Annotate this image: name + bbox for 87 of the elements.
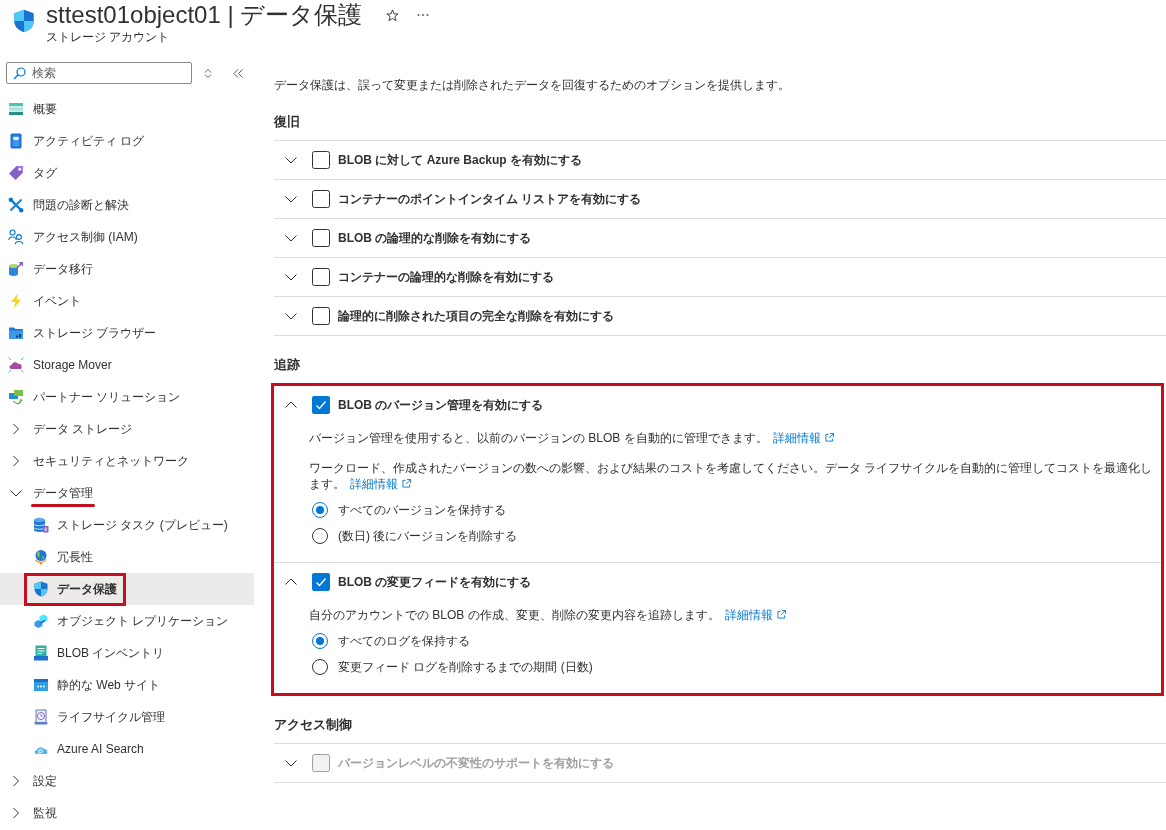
description-text: ワークロード、作成されたバージョンの数への影響、および結果のコストを考慮してください。データ ライフサイクルを自動的に管理してコストを最適化します。 詳細情報 (309, 460, 1154, 492)
radio-button[interactable] (312, 528, 328, 544)
checkbox[interactable] (312, 573, 330, 591)
nav-item[interactable]: パートナー ソリューション (0, 381, 254, 413)
crossed-tools-icon (8, 197, 24, 213)
nav-item[interactable]: 冗長性 (0, 541, 254, 573)
cloud-icon (8, 357, 24, 373)
checkbox-label[interactable]: BLOB の変更フィードを有効にする (338, 573, 532, 591)
bars-icon (8, 101, 24, 117)
nav-item[interactable]: ストレージ ブラウザー (0, 317, 254, 349)
nav-item[interactable]: タグ (0, 157, 254, 189)
nav-item[interactable]: データ移行 (0, 253, 254, 285)
nav-item[interactable]: アクセス制御 (IAM) (0, 221, 254, 253)
checkbox[interactable] (312, 151, 330, 169)
nav-item[interactable]: Storage Mover (0, 349, 254, 381)
chevron-down-icon[interactable] (285, 154, 297, 166)
external-link-icon (824, 433, 834, 442)
checkbox-label[interactable]: BLOB のバージョン管理を有効にする (338, 396, 544, 414)
shield-icon (12, 7, 36, 35)
radio-label[interactable]: すべてのバージョンを保持する (338, 502, 506, 518)
cylinder-arrow-icon (8, 261, 24, 277)
learn-more-link[interactable]: 詳細情報 (724, 608, 786, 622)
checkbox-label[interactable]: BLOB に対して Azure Backup を有効にする (338, 151, 583, 169)
description-text: 自分のアカウントでの BLOB の作成、変更、削除の変更内容を追跡します。 詳細情報 (309, 607, 1161, 623)
chevron-down-icon[interactable] (285, 310, 297, 322)
scroll-clock-icon (33, 709, 49, 725)
nav-group[interactable]: 監視 (0, 797, 254, 829)
section-heading: アクセス制御 (274, 717, 353, 733)
radio-button[interactable] (312, 633, 328, 649)
browser-window-icon (33, 677, 49, 693)
chevron-down-icon[interactable] (285, 232, 297, 244)
double-chevron-left-icon[interactable] (233, 68, 243, 78)
nav-group[interactable]: 設定 (0, 765, 254, 797)
nav-item[interactable]: 概要 (0, 93, 254, 125)
nav-group[interactable]: データ管理 (0, 477, 254, 509)
checkbox-label[interactable]: 論理的に削除された項目の完全な削除を有効にする (338, 307, 614, 325)
cubes-icon (33, 613, 49, 629)
shield-icon (33, 581, 49, 597)
chevron-down-icon[interactable] (285, 193, 297, 205)
cards-arrow-icon (8, 389, 24, 405)
radio-label[interactable]: 変更フィード ログを削除するまでの期間 (日数) (338, 659, 593, 675)
tag-icon (8, 165, 24, 181)
page-description: データ保護は、誤って変更または削除されたデータを回復するためのオプションを提供します。 (274, 78, 791, 93)
radio-label[interactable]: すべてのログを保持する (338, 633, 470, 649)
nav-group[interactable]: セキュリティとネットワーク (0, 445, 254, 477)
nav-item[interactable]: Azure AI Search (0, 733, 254, 765)
description-text: バージョン管理を使用すると、以前のバージョンの BLOB を自動的に管理できます。 詳細情報 (309, 430, 1161, 446)
notebook-icon (8, 133, 24, 149)
checkbox[interactable] (312, 190, 330, 208)
radio-button[interactable] (312, 659, 328, 675)
more-icon[interactable] (417, 13, 430, 17)
nav-item[interactable]: オブジェクト レプリケーション (0, 605, 254, 637)
checkbox[interactable] (312, 229, 330, 247)
database-icon (33, 517, 49, 533)
section-heading: 復旧 (274, 114, 301, 130)
nav-item[interactable]: BLOB インベントリ (0, 637, 254, 669)
learn-more-link[interactable]: 詳細情報 (350, 477, 411, 491)
external-link-icon (402, 479, 411, 488)
checkbox-label[interactable]: コンテナーのポイントインタイム リストアを有効にする (338, 190, 642, 208)
nav-item[interactable]: ライフサイクル管理 (0, 701, 254, 733)
checkbox-label[interactable]: コンテナーの論理的な削除を有効にする (338, 268, 554, 286)
checkbox-label[interactable]: BLOB の論理的な削除を有効にする (338, 229, 532, 247)
checkbox[interactable] (312, 307, 330, 325)
page-title: sttest01object01 | データ保護 (46, 0, 363, 30)
page-subtitle: ストレージ アカウント (46, 30, 171, 45)
checkbox[interactable] (312, 396, 330, 414)
nav-item[interactable]: イベント (0, 285, 254, 317)
nav-item[interactable]: 静的な Web サイト (0, 669, 254, 701)
nav-item[interactable]: データ保護 (0, 573, 254, 605)
external-link-icon (776, 610, 786, 619)
nav-item[interactable]: アクティビティ ログ (0, 125, 254, 157)
document-tray-icon (33, 645, 49, 661)
nav-item[interactable]: ストレージ タスク (プレビュー) (0, 509, 254, 541)
globe-icon (33, 549, 49, 565)
people-icon (8, 229, 24, 245)
learn-more-link[interactable]: 詳細情報 (772, 431, 834, 445)
section-heading: 追跡 (274, 357, 301, 373)
folder-icon (8, 325, 24, 341)
search-icon (13, 67, 26, 80)
search-field[interactable]: 検索 (6, 62, 192, 84)
nav-item[interactable]: 問題の診断と解決 (0, 189, 254, 221)
star-icon[interactable] (386, 8, 400, 22)
chevron-down-icon[interactable] (285, 271, 297, 283)
checkbox[interactable] (312, 268, 330, 286)
nav-group[interactable]: データ ストレージ (0, 413, 254, 445)
radio-label[interactable]: (数日) 後にバージョンを削除する (338, 528, 518, 544)
radio-button[interactable] (312, 502, 328, 518)
